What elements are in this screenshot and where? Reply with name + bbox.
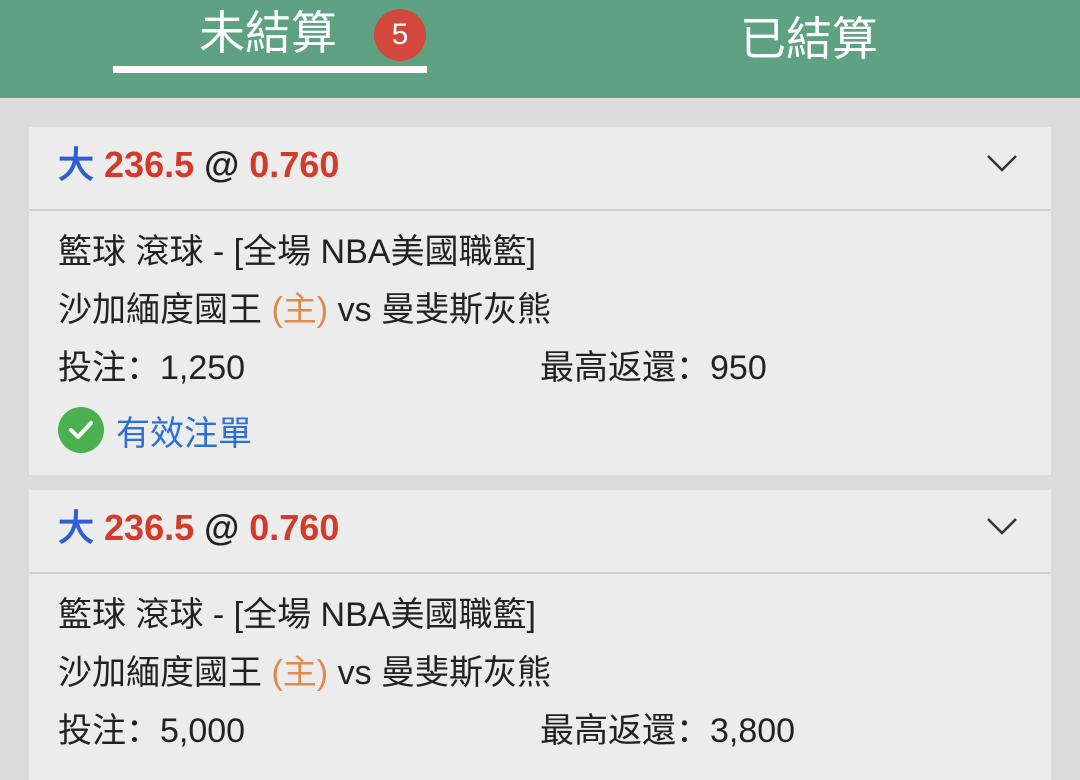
max-return-label: 最高返還： (540, 349, 710, 387)
bet-card: 大 236.5 @ 0.760 籃球 滾球 - [全場 NBA美國職籃] 沙加緬… (29, 127, 1051, 475)
chevron-down-icon[interactable] (986, 516, 1018, 536)
at-symbol: @ (204, 144, 240, 185)
bet-status-text: 有效注單 (116, 414, 252, 453)
match-text: 沙加緬度國王 (主) vs 曼斐斯灰熊 (58, 293, 551, 327)
home-tag: (主) (271, 654, 329, 692)
stake-label: 投注： (58, 349, 160, 387)
away-team: 曼斐斯灰熊 (381, 654, 552, 692)
league-text: 籃球 滾球 - [全場 NBA美國職籃] (58, 233, 536, 271)
bet-line: 236.5 (104, 144, 195, 185)
away-team: 曼斐斯灰熊 (381, 291, 552, 329)
bet-odds: 0.760 (249, 144, 340, 185)
max-return-value: 3,800 (710, 712, 796, 750)
bet-card-header[interactable]: 大 236.5 @ 0.760 (29, 127, 1051, 211)
tab-unsettled-label: 未結算 (199, 7, 337, 59)
chevron-down-icon[interactable] (986, 153, 1018, 173)
bet-selection: 大 236.5 @ 0.760 (58, 510, 339, 546)
stake-value: 5,000 (160, 712, 246, 750)
bet-line: 236.5 (104, 507, 195, 548)
vs-text: vs (337, 654, 372, 692)
active-tab-underline (113, 66, 427, 73)
home-team: 沙加緬度國王 (58, 654, 262, 692)
tab-unsettled[interactable]: 未結算 5 (113, 0, 427, 98)
bet-status-tabs: 未結算 5 已結算 (0, 0, 1080, 98)
max-return-row: 最高返還：950 (540, 351, 767, 385)
stake-label: 投注： (58, 712, 160, 750)
bet-odds: 0.760 (249, 507, 340, 548)
bet-status: 有效注單 (58, 405, 252, 455)
tab-settled[interactable]: 已結算 (740, 0, 940, 98)
bet-selection: 大 236.5 @ 0.760 (58, 147, 339, 183)
stake-row: 投注：1,250 (58, 351, 245, 385)
vs-text: vs (337, 291, 372, 329)
match-text: 沙加緬度國王 (主) vs 曼斐斯灰熊 (58, 656, 551, 690)
stake-row: 投注：5,000 (58, 714, 245, 748)
bet-card-header[interactable]: 大 236.5 @ 0.760 (29, 490, 1051, 574)
max-return-label: 最高返還： (540, 712, 710, 750)
home-team: 沙加緬度國王 (58, 291, 262, 329)
check-circle-icon (58, 407, 104, 453)
unsettled-count-badge: 5 (374, 9, 426, 61)
bet-direction: 大 (58, 144, 95, 185)
league-text: 籃球 滾球 - [全場 NBA美國職籃] (58, 596, 536, 634)
tab-settled-label: 已結算 (740, 13, 878, 65)
max-return-value: 950 (710, 349, 767, 387)
home-tag: (主) (271, 291, 329, 329)
bet-card: 大 236.5 @ 0.760 籃球 滾球 - [全場 NBA美國職籃] 沙加緬… (29, 490, 1051, 780)
bet-direction: 大 (58, 507, 95, 548)
at-symbol: @ (204, 507, 240, 548)
max-return-row: 最高返還：3,800 (540, 714, 795, 748)
stake-value: 1,250 (160, 349, 246, 387)
